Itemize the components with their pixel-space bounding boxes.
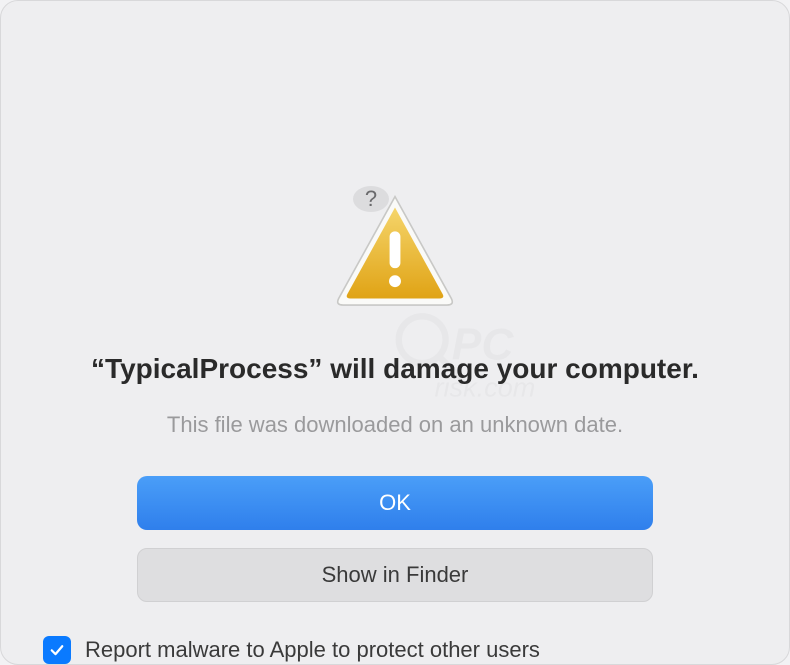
dialog-title: “TypicalProcess” will damage your comput…	[31, 350, 759, 388]
button-stack: OK Show in Finder	[137, 476, 653, 602]
ok-button[interactable]: OK	[137, 476, 653, 530]
checkmark-icon	[48, 641, 66, 659]
gatekeeper-dialog: PC risk.com ? “TypicalProcess” will dama…	[0, 0, 790, 665]
dialog-subtitle: This file was downloaded on an unknown d…	[107, 412, 683, 438]
report-malware-label: Report malware to Apple to protect other…	[85, 637, 540, 663]
warning-icon	[330, 188, 460, 318]
report-malware-row: Report malware to Apple to protect other…	[1, 636, 789, 664]
show-in-finder-button[interactable]: Show in Finder	[137, 548, 653, 602]
report-malware-checkbox[interactable]	[43, 636, 71, 664]
